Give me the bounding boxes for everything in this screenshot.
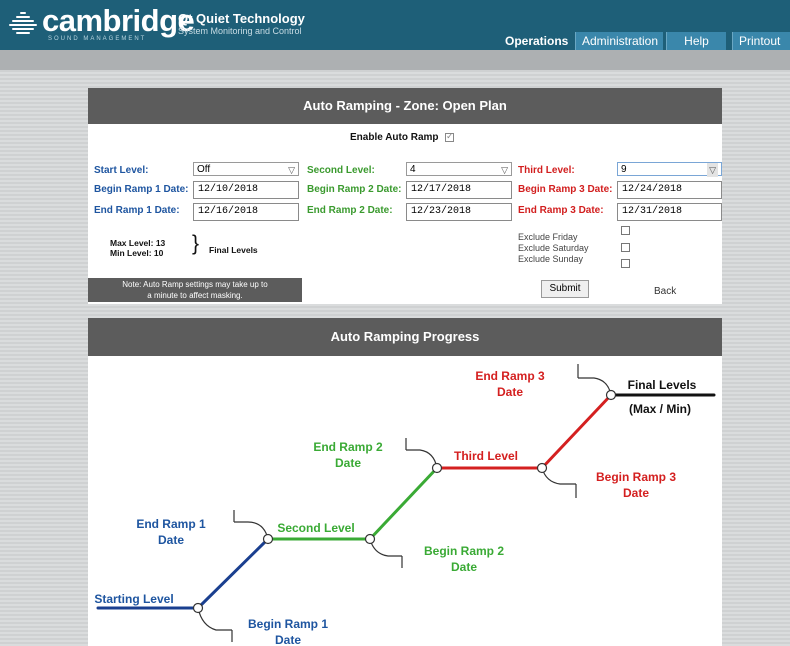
auto-ramping-settings-panel: Auto Ramping - Zone: Open Plan Enable Au… [88,88,722,304]
nav-help[interactable]: Help [666,32,726,50]
starting-level-label: Starting Level [94,592,173,606]
exclude-friday-checkbox[interactable] [621,226,630,235]
exclude-saturday-checkbox[interactable] [621,243,630,252]
submit-button[interactable]: Submit [541,280,589,298]
back-link[interactable]: Back [654,286,676,297]
cambridge-logo-icon [9,12,37,34]
max-min-label: (Max / Min) [629,402,691,416]
begin-ramp-2-label: Begin Ramp 2 Date [424,544,504,574]
settings-panel-title: Auto Ramping - Zone: Open Plan [88,88,722,124]
ramp-3-line [540,393,613,470]
begin-ramp-3-label: Begin Ramp 3 Date [596,470,676,500]
end-ramp-2-label: End Ramp 2 Date [313,440,383,470]
nav-operations[interactable]: Operations [499,32,573,50]
top-bar: cambridge SOUND MANAGEMENT Qt Quiet Tech… [0,0,790,50]
third-level-label: Third Level [454,449,518,463]
begin-ramp-2-label: Begin Ramp 2 Date: [307,184,402,195]
progress-panel-title: Auto Ramping Progress [88,318,722,356]
end-ramp-1-label: End Ramp 1 Date [136,517,206,547]
end-ramp-3-label: End Ramp 3 Date: [518,205,604,216]
begin-ramp-1-label: Begin Ramp 1 Date [248,617,328,646]
exclude-saturday-label: Exclude Saturday [518,243,589,253]
start-level-value: Off [197,164,211,175]
toolbar-strip [0,50,790,70]
auto-ramp-note: Note: Auto Ramp settings may take up to … [88,278,302,302]
second-level-label: Second Level: [307,165,375,176]
ramp-3-end-node [605,389,617,401]
end-ramp-2-bracket [405,438,438,469]
end-ramp-1-label: End Ramp 1 Date: [94,205,180,216]
begin-ramp-3-label: Begin Ramp 3 Date: [518,184,613,195]
chevron-down-icon: ▽ [707,163,718,177]
note-line-2: a minute to affect masking. [147,291,243,300]
exclude-sunday-checkbox[interactable] [621,259,630,268]
ramp-1-end-node [262,533,274,545]
brand-name: cambridge [42,3,195,38]
exclude-sunday-label: Exclude Sunday [518,254,584,264]
start-level-select[interactable]: Off ▽ [193,162,299,176]
ramp-3-start-node [536,462,548,474]
final-levels-brace: } [192,232,200,255]
begin-ramp-3-date-input[interactable]: 12/24/2018 [617,181,722,199]
end-ramp-1-date-input[interactable]: 12/16/2018 [193,203,299,221]
final-levels-label: Final Levels [209,245,258,255]
nav-printout[interactable]: Printout [732,32,790,50]
begin-ramp-2-date-input[interactable]: 12/17/2018 [406,181,512,199]
ramp-1-start-node [192,602,204,614]
begin-ramp-1-date-input[interactable]: 12/10/2018 [193,181,299,199]
third-level-label: Third Level: [518,165,575,176]
min-level-text: Min Level: 10 [110,248,164,258]
exclude-friday-label: Exclude Friday [518,232,578,242]
nav-administration[interactable]: Administration [575,32,663,50]
final-levels-label: Final Levels [628,378,697,392]
second-level-value: 4 [410,164,416,175]
end-ramp-2-label: End Ramp 2 Date: [307,205,393,216]
begin-ramp-2-bracket [369,538,403,568]
end-ramp-1-bracket [233,510,269,540]
begin-ramp-1-bracket [197,607,233,642]
enable-auto-ramp-checkbox[interactable]: ✓ [445,131,454,142]
enable-auto-ramp-label: Enable Auto Ramp [350,132,439,143]
start-level-label: Start Level: [94,165,149,176]
product-name: Qt Quiet Technology [178,11,305,26]
end-ramp-3-label: End Ramp 3 Date [475,369,545,399]
end-ramp-3-date-input[interactable]: 12/31/2018 [617,203,722,221]
chevron-down-icon: ▽ [288,165,295,175]
brand-tagline: SOUND MANAGEMENT [48,36,147,42]
second-level-select[interactable]: 4 ▽ [406,162,512,176]
ramp-1-line [196,537,270,610]
ramp-diagram: End Ramp 3 Date Final Levels (Max / Min) … [94,364,716,646]
checkmark-icon: ✓ [446,131,454,141]
end-ramp-3-bracket [577,364,612,396]
product-subtitle: System Monitoring and Control [178,26,302,36]
second-level-label: Second Level [277,521,354,535]
auto-ramping-progress-panel: Auto Ramping Progress End Ramp 3 Date Fi… [88,318,722,646]
end-ramp-2-date-input[interactable]: 12/23/2018 [406,203,512,221]
note-line-1: Note: Auto Ramp settings may take up to [122,280,268,289]
chevron-down-icon: ▽ [501,165,508,175]
ramp-2-line [368,466,439,541]
ramp-2-end-node [431,462,443,474]
begin-ramp-1-label: Begin Ramp 1 Date: [94,184,189,195]
max-level-text: Max Level: 13 [110,238,166,248]
third-level-select[interactable]: 9 ▽ [617,162,722,177]
begin-ramp-3-bracket [541,467,577,498]
third-level-value: 9 [621,164,627,175]
ramp-2-start-node [364,533,376,545]
